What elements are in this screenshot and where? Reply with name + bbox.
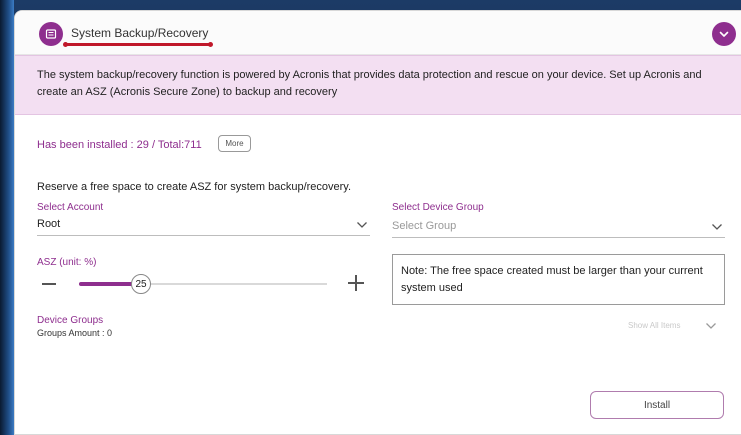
backup-recovery-panel: System Backup/Recovery The system backup… <box>14 10 741 435</box>
device-group-select[interactable]: Select Group <box>392 216 725 238</box>
install-status-text: Has been installed : 29 / Total:711 <box>37 139 202 151</box>
select-account-label: Select Account <box>37 202 104 213</box>
panel-title: System Backup/Recovery <box>71 26 209 40</box>
increase-button[interactable] <box>348 275 364 291</box>
groups-amount: Groups Amount : 0 <box>37 328 113 338</box>
chevron-down-icon[interactable] <box>705 321 717 331</box>
chevron-down-icon <box>712 224 722 230</box>
collapse-button[interactable] <box>712 22 736 46</box>
account-select-value: Root <box>37 218 61 230</box>
info-banner: The system backup/recovery function is p… <box>15 55 741 115</box>
install-button[interactable]: Install <box>590 391 724 419</box>
account-select[interactable]: Root <box>37 214 370 236</box>
panel-header: System Backup/Recovery <box>15 11 741 55</box>
asz-value: 25 <box>135 278 147 290</box>
title-annotation-underline <box>63 42 213 47</box>
space-note: Note: The free space created must be lar… <box>392 254 725 305</box>
select-device-group-label: Select Device Group <box>392 202 484 213</box>
background-edge <box>0 0 14 435</box>
asz-label: ASZ (unit: %) <box>37 257 97 268</box>
decrease-button[interactable] <box>42 283 56 285</box>
chevron-down-icon <box>357 222 367 228</box>
device-groups-label: Device Groups <box>37 315 104 326</box>
asz-slider-thumb[interactable]: 25 <box>131 274 151 294</box>
chevron-down-icon <box>719 31 729 37</box>
backup-module-icon <box>39 22 63 46</box>
device-group-placeholder: Select Group <box>392 220 457 232</box>
show-all-items-link[interactable]: Show All Items <box>628 321 680 330</box>
reserve-instruction: Reserve a free space to create ASZ for s… <box>37 181 352 193</box>
more-button[interactable]: More <box>218 135 251 152</box>
asz-slider[interactable]: 25 <box>79 274 327 294</box>
